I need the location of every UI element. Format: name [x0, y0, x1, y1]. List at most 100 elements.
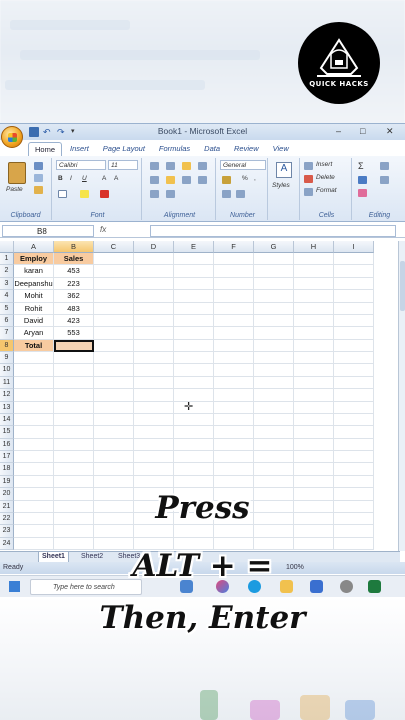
cell-d1[interactable]	[134, 253, 174, 266]
cell-i10[interactable]	[334, 364, 374, 377]
cell-f15[interactable]	[214, 426, 254, 439]
cell-f5[interactable]	[214, 302, 254, 315]
cell-a18[interactable]	[14, 463, 54, 476]
row-header-17[interactable]: 17	[0, 451, 14, 464]
cell-c8[interactable]	[94, 339, 134, 353]
cell-i5[interactable]	[334, 302, 374, 315]
column-header-b[interactable]: B	[54, 241, 94, 253]
cell-d3[interactable]	[134, 277, 174, 291]
cell-g1[interactable]	[254, 253, 294, 266]
format-label[interactable]: Format	[316, 187, 337, 194]
scroll-thumb[interactable]	[400, 261, 405, 311]
top-align-icon[interactable]	[150, 162, 159, 170]
formula-input[interactable]	[150, 225, 396, 237]
column-header-h[interactable]: H	[294, 241, 334, 253]
clear-icon[interactable]	[358, 189, 367, 197]
cell-h8[interactable]	[294, 339, 334, 353]
cell-e5[interactable]	[174, 302, 214, 315]
cell-a16[interactable]	[14, 438, 54, 452]
column-header-d[interactable]: D	[134, 241, 174, 253]
cell-e2[interactable]	[174, 265, 214, 278]
cell-b23[interactable]	[54, 525, 94, 538]
italic-button[interactable]: I	[70, 175, 72, 182]
copy-icon[interactable]	[34, 174, 43, 182]
cell-d8[interactable]	[134, 339, 174, 353]
cell-e15[interactable]	[174, 426, 214, 439]
cell-f11[interactable]	[214, 376, 254, 390]
align-right-icon[interactable]	[182, 176, 191, 184]
cell-c23[interactable]	[94, 525, 134, 538]
cell-b5[interactable]: 483	[54, 302, 94, 315]
cell-g9[interactable]	[254, 352, 294, 365]
cell-g23[interactable]	[254, 525, 294, 538]
insert-label[interactable]: Insert	[316, 161, 332, 168]
cell-i8[interactable]	[334, 339, 374, 353]
row-header-15[interactable]: 15	[0, 426, 14, 439]
cell-g13[interactable]	[254, 401, 294, 414]
row-header-12[interactable]: 12	[0, 389, 14, 402]
row-header-9[interactable]: 9	[0, 352, 14, 365]
delete-cells-icon[interactable]	[304, 175, 313, 183]
font-name-select[interactable]: Calibri	[56, 160, 106, 170]
tab-insert[interactable]: Insert	[64, 142, 95, 156]
row-header-16[interactable]: 16	[0, 438, 14, 452]
cell-d14[interactable]	[134, 413, 174, 427]
merge-icon[interactable]	[198, 176, 207, 184]
cell-c1[interactable]	[94, 253, 134, 266]
cell-f10[interactable]	[214, 364, 254, 377]
cell-h11[interactable]	[294, 376, 334, 390]
cell-b12[interactable]	[54, 389, 94, 402]
cell-d17[interactable]	[134, 451, 174, 464]
name-box[interactable]: B8	[2, 225, 94, 237]
cell-c15[interactable]	[94, 426, 134, 439]
fill-color-icon[interactable]	[80, 190, 89, 198]
column-header-g[interactable]: G	[254, 241, 294, 253]
cell-c12[interactable]	[94, 389, 134, 402]
cell-a2[interactable]: karan	[14, 265, 54, 278]
bottom-align-icon[interactable]	[182, 162, 191, 170]
column-header-a[interactable]: A	[14, 241, 54, 253]
cell-h4[interactable]	[294, 290, 334, 303]
find-select-icon[interactable]	[380, 176, 389, 184]
cell-h16[interactable]	[294, 438, 334, 452]
sort-filter-icon[interactable]	[380, 162, 389, 170]
decrease-indent-icon[interactable]	[150, 190, 159, 198]
cell-d4[interactable]	[134, 290, 174, 303]
font-size-select[interactable]: 11	[108, 160, 138, 170]
row-header-1[interactable]: 1	[0, 253, 14, 266]
cell-a11[interactable]	[14, 376, 54, 390]
cell-b13[interactable]	[54, 401, 94, 414]
grow-font-button[interactable]: A	[102, 175, 106, 182]
cell-c19[interactable]	[94, 475, 134, 489]
cell-f14[interactable]	[214, 413, 254, 427]
row-header-5[interactable]: 5	[0, 302, 14, 315]
row-header-4[interactable]: 4	[0, 290, 14, 303]
cell-b17[interactable]	[54, 451, 94, 464]
cell-e1[interactable]	[174, 253, 214, 266]
cell-c7[interactable]	[94, 327, 134, 340]
delete-label[interactable]: Delete	[316, 174, 335, 181]
cell-a14[interactable]	[14, 413, 54, 427]
cell-f4[interactable]	[214, 290, 254, 303]
cell-d10[interactable]	[134, 364, 174, 377]
cell-e16[interactable]	[174, 438, 214, 452]
cell-f17[interactable]	[214, 451, 254, 464]
cell-a23[interactable]	[14, 525, 54, 538]
middle-align-icon[interactable]	[166, 162, 175, 170]
cell-i13[interactable]	[334, 401, 374, 414]
cell-a6[interactable]: David	[14, 314, 54, 328]
cell-d15[interactable]	[134, 426, 174, 439]
cell-i11[interactable]	[334, 376, 374, 390]
autosum-icon[interactable]: Σ	[358, 161, 364, 171]
cell-a10[interactable]	[14, 364, 54, 377]
cell-e18[interactable]	[174, 463, 214, 476]
row-header-3[interactable]: 3	[0, 277, 14, 291]
tab-formulas[interactable]: Formulas	[153, 142, 196, 156]
wrap-text-icon[interactable]	[198, 162, 207, 170]
cell-i19[interactable]	[334, 475, 374, 489]
cell-g8[interactable]	[254, 339, 294, 353]
cell-f18[interactable]	[214, 463, 254, 476]
cell-h13[interactable]	[294, 401, 334, 414]
row-header-19[interactable]: 19	[0, 475, 14, 489]
cell-g17[interactable]	[254, 451, 294, 464]
